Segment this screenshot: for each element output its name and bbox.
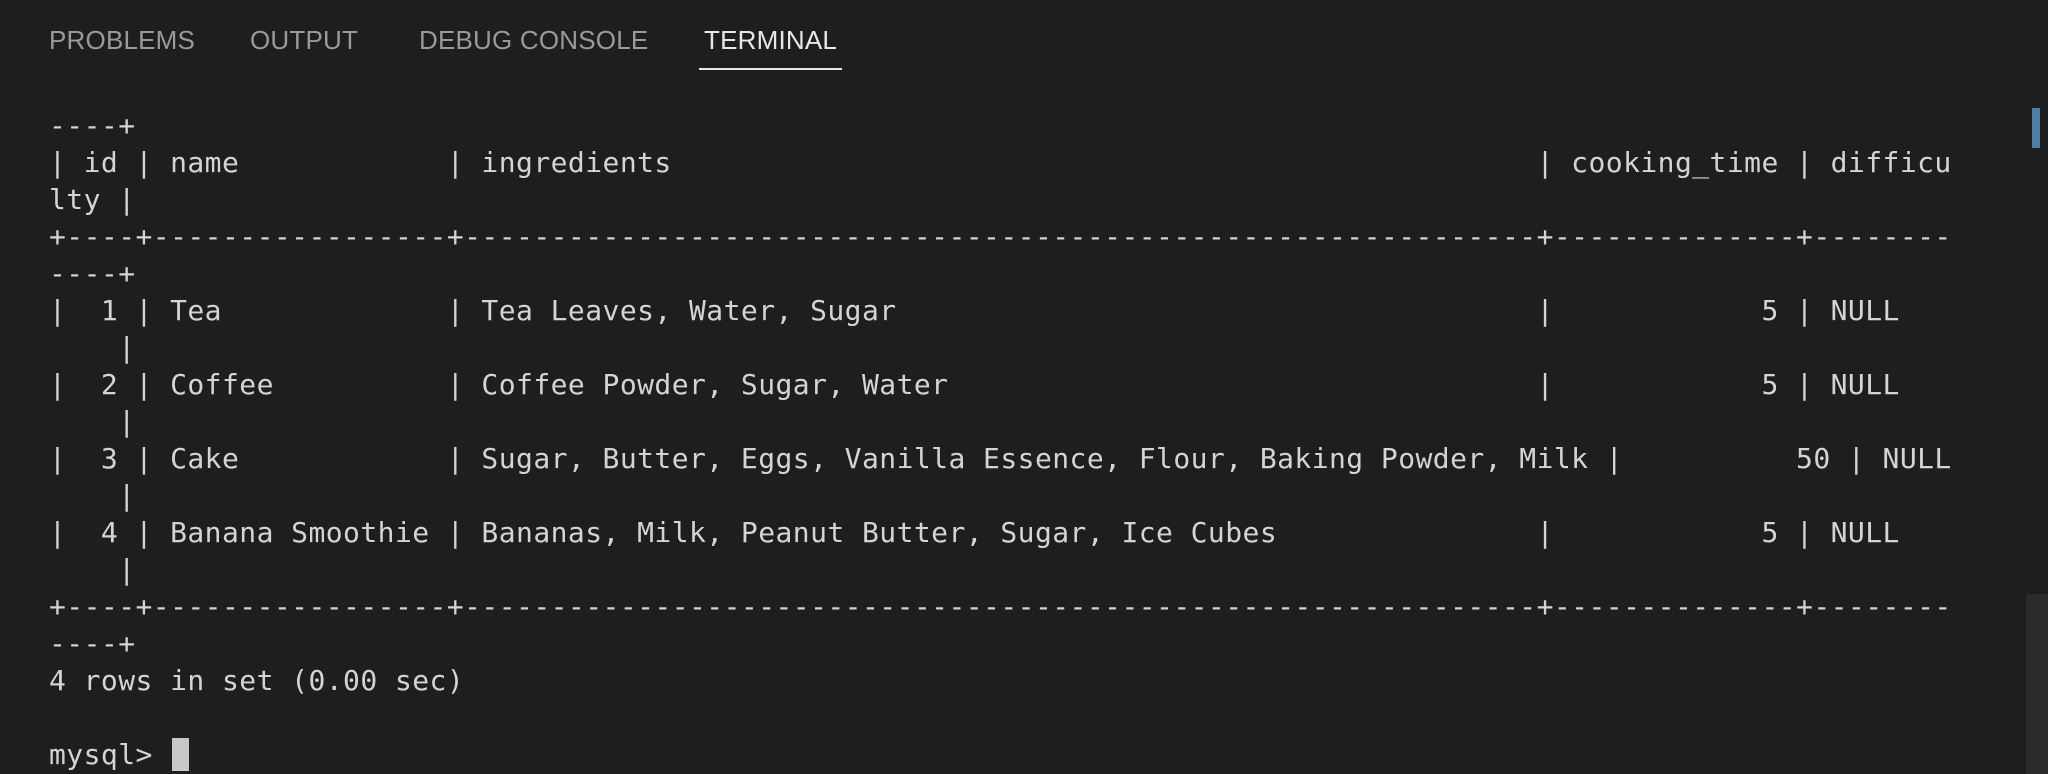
terminal-line: | 4 | Banana Smoothie | Bananas, Milk, P… [49,516,1900,549]
terminal-line: | [49,479,136,512]
terminal-line: +----+-----------------+----------------… [49,590,1952,623]
terminal-line: ----+ [49,257,136,290]
terminal-line: | 1 | Tea | Tea Leaves, Water, Sugar | 5… [49,294,1900,327]
terminal-line: ----+ [49,109,136,142]
scrollbar-thumb[interactable] [2026,594,2048,774]
terminal-line: +----+-----------------+----------------… [49,220,1952,253]
terminal-scrollbar[interactable] [2022,100,2048,774]
terminal-prompt-line[interactable]: mysql> [49,736,190,773]
tab-problems[interactable]: PROBLEMS [49,24,195,56]
tab-output[interactable]: OUTPUT [250,24,358,56]
terminal-prompt: mysql> [49,738,171,771]
terminal-line: ----+ [49,627,136,660]
tab-terminal[interactable]: TERMINAL [704,24,837,56]
terminal-line: | [49,553,136,586]
terminal-line: | id | name | ingredients | cooking_time… [49,146,1952,179]
terminal-cursor [172,738,190,771]
terminal-output[interactable]: ----+ | id | name | ingredients | cookin… [0,100,2020,774]
terminal-line: lty | [49,183,136,216]
terminal-line: | 2 | Coffee | Coffee Powder, Sugar, Wat… [49,368,1900,401]
scrollbar-position-marker [2032,108,2040,148]
terminal-line: | 3 | Cake | Sugar, Butter, Eggs, Vanill… [49,442,1952,475]
panel-tab-bar: PROBLEMS OUTPUT DEBUG CONSOLE TERMINAL [0,0,2048,72]
terminal-line: | [49,405,136,438]
terminal-panel: PROBLEMS OUTPUT DEBUG CONSOLE TERMINAL -… [0,0,2048,774]
active-tab-indicator [699,68,842,70]
terminal-line: 4 rows in set (0.00 sec) [49,664,465,697]
terminal-line: | [49,331,136,364]
tab-debug-console[interactable]: DEBUG CONSOLE [419,24,648,56]
